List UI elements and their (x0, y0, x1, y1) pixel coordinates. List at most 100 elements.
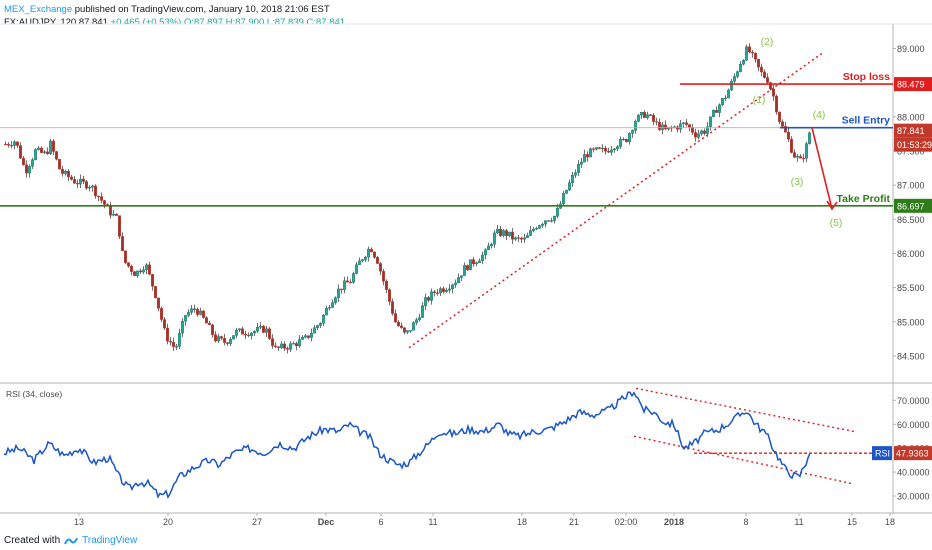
candle-body (487, 245, 490, 250)
candle-body (229, 338, 232, 344)
candle-body (136, 270, 139, 276)
candle-body (361, 259, 364, 262)
candle-body (226, 342, 229, 344)
candle-body (736, 71, 739, 77)
candle-body (415, 319, 418, 323)
candle-body (766, 77, 769, 83)
candle-body (166, 327, 169, 342)
candle-body (88, 187, 91, 189)
candle-body (658, 121, 661, 130)
candle-body (55, 151, 58, 160)
candle-body (799, 156, 802, 159)
rsi-tick-label: 40.0000 (897, 468, 930, 478)
candle-body (196, 309, 199, 315)
candle-body (478, 260, 481, 263)
candle-body (340, 288, 343, 290)
candle-body (709, 116, 712, 127)
candle-body (253, 330, 256, 334)
candle-body (22, 158, 25, 166)
tradingview-brand[interactable]: TradingView (82, 535, 137, 546)
wave-label: (5) (830, 217, 843, 229)
rsi-tick-label: 30.0000 (897, 492, 930, 502)
candle-body (157, 297, 160, 309)
candle-body (679, 123, 682, 130)
candle-body (508, 231, 511, 236)
candle-body (46, 151, 49, 154)
candle-body (382, 271, 385, 282)
candle-body (94, 185, 97, 197)
candle-body (757, 59, 760, 68)
candle-body (553, 215, 556, 221)
candle-body (280, 343, 283, 348)
candle-body (16, 141, 19, 146)
time-tick-label: 11 (428, 517, 437, 527)
candle-body (49, 140, 52, 154)
chart-canvas[interactable]: 89.00088.50088.00087.50087.00086.50086.0… (0, 0, 932, 550)
candle-body (514, 237, 517, 240)
time-tick-label: 18 (517, 517, 527, 527)
time-tick-label: 15 (847, 517, 857, 527)
countdown-tag: 01:53:29 (897, 140, 932, 150)
candle-body (466, 265, 469, 270)
candle-body (562, 193, 565, 205)
candle-body (397, 321, 400, 327)
candle-body (271, 338, 274, 346)
candle-body (295, 343, 298, 347)
candle-body (109, 204, 112, 216)
candle-body (544, 220, 547, 225)
last-price-tag: 87.841 (897, 126, 925, 136)
candle-body (469, 259, 472, 270)
candle-body (403, 327, 406, 333)
candle-body (535, 228, 538, 230)
candle-body (490, 243, 493, 247)
candle-body (262, 325, 265, 333)
candle-body (772, 88, 775, 97)
candle-body (589, 148, 592, 158)
candle-body (640, 112, 643, 116)
candle-body (151, 274, 154, 287)
candle-body (715, 109, 718, 113)
candle-body (355, 264, 358, 274)
candle-body (775, 96, 778, 113)
candle-body (370, 248, 373, 253)
time-tick-label: 2018 (664, 517, 684, 527)
candle-body (739, 63, 742, 72)
candle-body (760, 66, 763, 73)
candle-body (286, 348, 289, 350)
candle-body (502, 230, 505, 236)
tradingview-logo-icon (64, 537, 79, 544)
rsi-tick-label: 60.0000 (897, 420, 930, 430)
candle-body (634, 121, 637, 131)
candle-body (523, 237, 526, 240)
created-with-label: Created with (4, 535, 61, 546)
candle-body (364, 256, 367, 260)
candle-body (310, 333, 313, 338)
candle-body (373, 251, 376, 258)
candle-body (10, 145, 13, 147)
candle-body (91, 185, 94, 188)
price-tick-label: 86.500 (897, 215, 925, 225)
candle-body (268, 328, 271, 339)
candle-body (463, 265, 466, 276)
time-tick-label: 11 (794, 517, 803, 527)
price-tick-label: 87.000 (897, 181, 925, 191)
candle-body (244, 334, 247, 336)
candle-body (169, 341, 172, 343)
candle-body (304, 335, 307, 338)
rsi-tick-label: 70.0000 (897, 396, 930, 406)
candle-body (154, 286, 157, 299)
candle-body (283, 343, 286, 349)
candle-body (517, 237, 520, 239)
candle-body (40, 147, 43, 153)
candle-body (646, 114, 649, 118)
rsi-value-tag: 47.9363 (896, 449, 929, 459)
candle-body (643, 112, 646, 118)
candle-body (379, 263, 382, 272)
candle-body (790, 138, 793, 153)
candle-body (76, 182, 79, 185)
candle-body (259, 325, 262, 328)
candle-body (442, 288, 445, 292)
candle-body (655, 121, 658, 123)
candle-body (220, 336, 223, 339)
candle-body (247, 334, 250, 337)
